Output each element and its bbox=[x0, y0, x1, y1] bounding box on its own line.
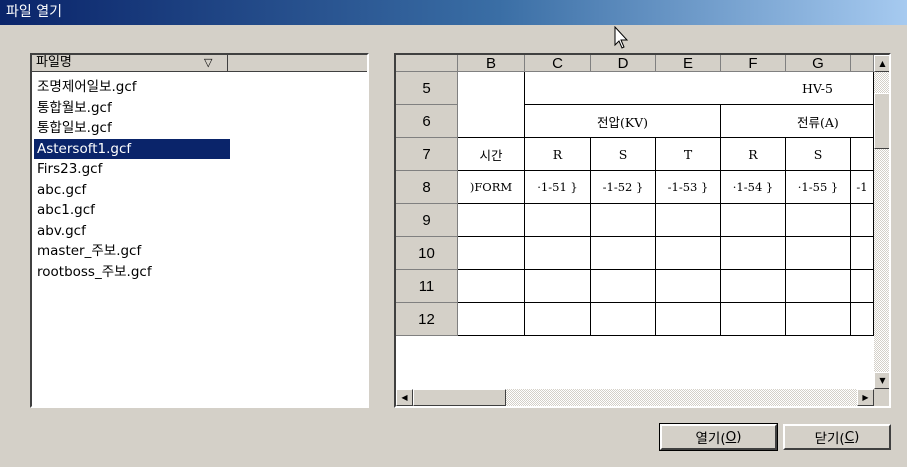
column-header[interactable]: F bbox=[721, 55, 786, 72]
scroll-left-icon[interactable]: ◀ bbox=[396, 389, 413, 406]
close-paren: ) bbox=[854, 429, 860, 445]
column-header[interactable] bbox=[851, 55, 874, 72]
grid-cell[interactable] bbox=[525, 303, 591, 336]
grid-cell[interactable]: -1-52 } bbox=[591, 171, 656, 204]
grid-cell[interactable] bbox=[656, 270, 721, 303]
scroll-right-icon[interactable]: ▶ bbox=[857, 389, 874, 406]
column-header[interactable]: C bbox=[525, 55, 591, 72]
grid-cell[interactable] bbox=[786, 303, 851, 336]
horizontal-scroll-thumb[interactable] bbox=[413, 389, 506, 406]
file-list-item[interactable]: abc1.gcf bbox=[34, 200, 98, 220]
file-list-item[interactable]: Firs23.gcf bbox=[34, 159, 105, 179]
grid-cell[interactable] bbox=[591, 303, 656, 336]
vertical-scrollbar[interactable]: ▲ ▼ bbox=[874, 55, 889, 389]
file-list-item[interactable]: Astersoft1.gcf bbox=[34, 138, 230, 159]
grid-cell[interactable] bbox=[591, 270, 656, 303]
grid-cell[interactable]: S bbox=[591, 138, 656, 171]
file-list-item[interactable]: 통합일보.gcf bbox=[34, 118, 115, 138]
mouse-cursor-icon bbox=[614, 26, 629, 49]
grid-cell[interactable]: ·1-51 } bbox=[525, 171, 591, 204]
close-button-label: 닫기( bbox=[814, 431, 845, 447]
grid-cell[interactable] bbox=[851, 270, 874, 303]
file-list-item[interactable]: abc.gcf bbox=[34, 180, 89, 200]
grid-cell[interactable] bbox=[591, 204, 656, 237]
grid-cell[interactable] bbox=[721, 303, 786, 336]
grid-cell[interactable] bbox=[656, 303, 721, 336]
cell-voltage-header[interactable]: 전압(KV) bbox=[525, 105, 721, 138]
grid-cell[interactable] bbox=[591, 237, 656, 270]
grid-cell[interactable] bbox=[458, 270, 525, 303]
close-accelerator: C bbox=[844, 429, 855, 445]
grid-cell[interactable]: T bbox=[656, 138, 721, 171]
row-header[interactable]: 6 bbox=[396, 105, 458, 138]
grid-cell[interactable] bbox=[525, 237, 591, 270]
grid-cell[interactable] bbox=[656, 204, 721, 237]
grid-cell[interactable] bbox=[458, 204, 525, 237]
open-button[interactable]: 열기(O) bbox=[659, 423, 778, 451]
list-header-filler bbox=[228, 55, 367, 72]
scroll-corner bbox=[874, 389, 889, 406]
file-list[interactable]: 파일명 ▽ 조명제어일보.gcf 통합월보.gcf 통합일보.gcf Astersof… bbox=[30, 53, 369, 408]
title-bar: 파일 열기 bbox=[0, 0, 907, 25]
grid-cell[interactable] bbox=[525, 204, 591, 237]
grid-cell[interactable]: )FORM bbox=[458, 171, 525, 204]
grid-cell[interactable] bbox=[851, 204, 874, 237]
vertical-scroll-thumb[interactable] bbox=[874, 93, 889, 149]
open-button-label: 열기( bbox=[695, 431, 726, 447]
row-header[interactable]: 8 bbox=[396, 171, 458, 204]
column-header[interactable]: G bbox=[786, 55, 851, 72]
open-paren: ) bbox=[736, 429, 742, 445]
grid-cell[interactable] bbox=[721, 270, 786, 303]
row-header[interactable]: 12 bbox=[396, 303, 458, 336]
grid-cell[interactable] bbox=[458, 303, 525, 336]
row-header[interactable]: 7 bbox=[396, 138, 458, 171]
column-header[interactable]: D bbox=[591, 55, 656, 72]
row-header[interactable]: 10 bbox=[396, 237, 458, 270]
grid-cell[interactable]: -1-53 } bbox=[656, 171, 721, 204]
close-button[interactable]: 닫기(C) bbox=[783, 424, 891, 450]
row-header[interactable]: 9 bbox=[396, 204, 458, 237]
open-accelerator: O bbox=[725, 429, 737, 445]
grid-cell[interactable] bbox=[786, 204, 851, 237]
file-name-header-label: 파일명 bbox=[36, 55, 72, 70]
column-header[interactable]: B bbox=[458, 55, 525, 72]
file-list-item[interactable]: abv.gcf bbox=[34, 221, 89, 241]
row-header[interactable]: 5 bbox=[396, 72, 458, 105]
grid-cell[interactable] bbox=[656, 237, 721, 270]
file-list-item[interactable]: rootboss_주보.gcf bbox=[34, 262, 155, 282]
sheet-preview[interactable]: B C D E F G 5 6 7 8 9 10 11 12 HV-5 전압(KV) 전류(A) 시간 R S T R S)… bbox=[394, 53, 891, 408]
grid-cell[interactable]: 시간 bbox=[458, 138, 525, 171]
grid-cell[interactable] bbox=[851, 237, 874, 270]
grid-cell[interactable] bbox=[721, 204, 786, 237]
cell-current-header[interactable]: 전류(A) bbox=[721, 105, 874, 138]
cell-hv5-merged[interactable]: HV-5 bbox=[525, 72, 874, 105]
file-list-item[interactable]: master_주보.gcf bbox=[34, 241, 144, 261]
grid-cell[interactable]: R bbox=[525, 138, 591, 171]
column-header[interactable]: E bbox=[656, 55, 721, 72]
grid-cell[interactable] bbox=[786, 270, 851, 303]
horizontal-scrollbar[interactable]: ◀ ▶ bbox=[396, 389, 874, 406]
grid-cell[interactable] bbox=[851, 303, 874, 336]
grid-cell[interactable]: -1 bbox=[851, 171, 874, 204]
file-name-column-header[interactable]: 파일명 ▽ bbox=[32, 55, 228, 72]
row-header[interactable]: 11 bbox=[396, 270, 458, 303]
grid-cell[interactable] bbox=[721, 237, 786, 270]
grid-cell[interactable]: ·1-54 } bbox=[721, 171, 786, 204]
grid-corner bbox=[396, 55, 458, 72]
grid-cell[interactable]: S bbox=[786, 138, 851, 171]
grid-cell[interactable] bbox=[786, 237, 851, 270]
scroll-down-icon[interactable]: ▼ bbox=[874, 372, 889, 389]
grid-cell[interactable] bbox=[851, 138, 874, 171]
file-list-item[interactable]: 조명제어일보.gcf bbox=[34, 77, 140, 97]
scroll-up-icon[interactable]: ▲ bbox=[874, 55, 889, 72]
grid-cell[interactable] bbox=[458, 237, 525, 270]
cell-b5-merged[interactable] bbox=[458, 72, 525, 138]
sort-down-triangle-icon: ▽ bbox=[204, 56, 213, 69]
grid-cell[interactable]: R bbox=[721, 138, 786, 171]
grid-cell[interactable]: ·1-55 } bbox=[786, 171, 851, 204]
file-list-item[interactable]: 통합월보.gcf bbox=[34, 98, 115, 118]
grid-cell[interactable] bbox=[525, 270, 591, 303]
window-title: 파일 열기 bbox=[6, 4, 62, 20]
